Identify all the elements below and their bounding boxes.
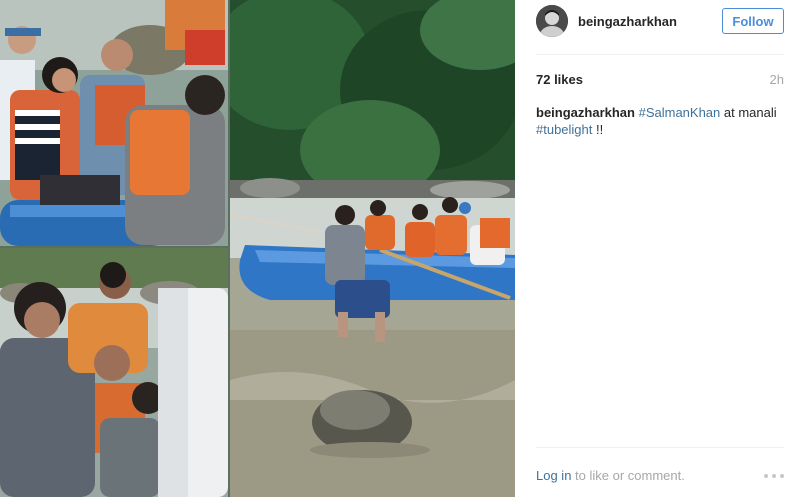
login-prompt-text: to like or comment.	[571, 468, 685, 483]
more-dot	[780, 474, 784, 478]
username-link[interactable]: beingazharkhan	[578, 14, 677, 29]
more-options-icon[interactable]	[764, 474, 784, 478]
header-divider	[536, 54, 784, 55]
post-image-collage[interactable]	[0, 0, 515, 497]
caption-text: at manali	[720, 105, 777, 120]
caption-username-link[interactable]: beingazharkhan	[536, 105, 635, 120]
river-raft-photo	[230, 0, 515, 497]
likes-count[interactable]: 72 likes	[536, 72, 583, 87]
more-dot	[764, 474, 768, 478]
footer-divider	[536, 447, 784, 448]
avatar[interactable]	[536, 5, 568, 37]
rafting-group-closeup-photo	[0, 0, 228, 246]
post-details-panel: beingazharkhan Follow 72 likes 2h beinga…	[515, 0, 800, 497]
login-link[interactable]: Log in	[536, 468, 571, 483]
post-header: beingazharkhan Follow	[515, 0, 800, 54]
caption-text-end: !!	[592, 122, 604, 137]
login-prompt: Log in to like or comment.	[536, 468, 685, 483]
hashtag-link[interactable]: #tubelight	[536, 122, 592, 137]
more-dot	[772, 474, 776, 478]
post-time[interactable]: 2h	[770, 72, 784, 87]
follow-button[interactable]: Follow	[722, 8, 784, 34]
mention-hashtag-link[interactable]: #SalmanKhan	[639, 105, 721, 120]
riverbank-crowd-photo	[0, 248, 228, 497]
post-caption: beingazharkhan #SalmanKhan at manali #tu…	[536, 104, 784, 138]
